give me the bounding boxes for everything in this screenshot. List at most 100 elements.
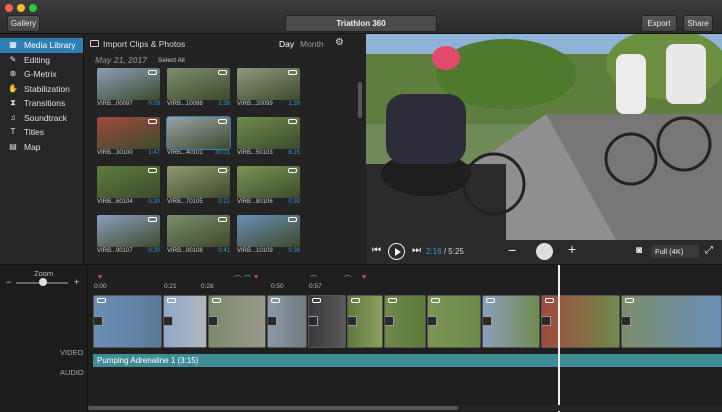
audio-clip[interactable]: Pumping Adrenaline 1 (3:15) bbox=[93, 354, 722, 367]
transition-icon[interactable] bbox=[94, 316, 103, 326]
clip-thumbnail[interactable]: VIRB...50103 6:15 bbox=[237, 117, 300, 156]
timeline-ruler[interactable]: ♥ ⌒ ⌒ ♥ ⌒ ⌒ ♥ 0:00 0:21 0:28 0:50 0:57 bbox=[88, 265, 722, 295]
skip-back-icon[interactable]: ⏮ bbox=[372, 245, 381, 256]
vr-360-icon bbox=[148, 217, 157, 222]
marker-icon[interactable]: ⌒ bbox=[344, 274, 351, 284]
timeline-clip[interactable] bbox=[347, 295, 383, 348]
viewpoint-icon[interactable] bbox=[536, 243, 553, 260]
clip-meta: VIRB...00097 0:09 bbox=[97, 101, 160, 107]
sidebar-item-editing[interactable]: ✎ Editing bbox=[0, 53, 83, 68]
sidebar-item-soundtrack[interactable]: ♫ Soundtrack bbox=[0, 111, 83, 126]
clip-thumbnail[interactable]: VIRB...30100 1:47 bbox=[97, 117, 160, 156]
clip-thumbnail[interactable]: VIRB...20099 1:28 bbox=[237, 68, 300, 107]
heart-marker-icon[interactable]: ♥ bbox=[254, 274, 258, 281]
clip-name: VIRB...00097 bbox=[97, 101, 133, 107]
transition-icon[interactable] bbox=[385, 316, 394, 326]
sidebar-item-label: G-Metrix bbox=[24, 69, 57, 80]
timeline-clip[interactable] bbox=[541, 295, 620, 348]
vr-360-icon bbox=[288, 217, 297, 222]
timeline-clip[interactable] bbox=[384, 295, 426, 348]
clip-thumbnail[interactable]: VIRB...60104 0:30 bbox=[97, 166, 160, 205]
transition-icon[interactable] bbox=[209, 316, 218, 326]
player-controls: ⏮ ⏭ 2:16 / 5:25 − + ◙ Full (4K) ⤢ bbox=[366, 240, 722, 264]
transition-icon[interactable] bbox=[309, 316, 318, 326]
gallery-button[interactable]: Gallery bbox=[7, 15, 40, 32]
playhead[interactable] bbox=[558, 265, 560, 412]
sidebar-item-label: Titles bbox=[24, 127, 44, 138]
film-icon: ▦ bbox=[9, 40, 17, 50]
heart-marker-icon[interactable]: ♥ bbox=[362, 274, 366, 281]
clip-thumbnail[interactable]: VIRB...00108 0:41 bbox=[167, 215, 230, 254]
timeline-clip[interactable] bbox=[482, 295, 540, 348]
transition-icon[interactable] bbox=[268, 316, 277, 326]
close-window-button[interactable] bbox=[5, 4, 13, 12]
timeline-clip[interactable] bbox=[621, 295, 722, 348]
sidebar-item-stabilization[interactable]: ✋ Stabilization bbox=[0, 82, 83, 97]
timeline-clip[interactable] bbox=[208, 295, 266, 348]
project-title-field[interactable]: Triathlon 360 bbox=[285, 15, 437, 32]
share-button[interactable]: Share bbox=[683, 15, 713, 32]
clip-thumbnail[interactable]: VIRB...00097 0:09 bbox=[97, 68, 160, 107]
clip-name: VIRB...10109 bbox=[237, 248, 273, 254]
total-time: 5:25 bbox=[448, 247, 464, 256]
zoom-plus-icon[interactable]: + bbox=[74, 277, 79, 287]
timeline-clip[interactable] bbox=[308, 295, 346, 348]
sidebar-item-titles[interactable]: T Titles bbox=[0, 125, 83, 140]
quality-select[interactable]: Full (4K) bbox=[651, 245, 699, 258]
vr-360-icon bbox=[212, 298, 221, 303]
timeline-scrollbar[interactable] bbox=[88, 405, 722, 411]
clip-thumbnail[interactable]: VIRB...40101 30:01 bbox=[167, 117, 230, 156]
vr-360-icon bbox=[312, 298, 321, 303]
clip-thumbnail[interactable]: VIRB...10109 0:36 bbox=[237, 215, 300, 254]
clip-thumbnail[interactable]: VIRB...10098 1:26 bbox=[167, 68, 230, 107]
timeline-scroll-thumb[interactable] bbox=[88, 406, 458, 410]
transition-icon[interactable] bbox=[622, 316, 631, 326]
timeline-clip[interactable] bbox=[267, 295, 307, 348]
clip-meta: VIRB...20099 1:28 bbox=[237, 101, 300, 107]
timeline-clip[interactable] bbox=[427, 295, 481, 348]
play-button[interactable] bbox=[388, 243, 405, 260]
clip-meta: VIRB...80106 0:30 bbox=[237, 199, 300, 205]
sidebar-item-map[interactable]: ▤ Map bbox=[0, 140, 83, 155]
sidebar-item-transitions[interactable]: ⧗ Transitions bbox=[0, 96, 83, 111]
transition-icon[interactable] bbox=[164, 316, 173, 326]
timeline-clip[interactable] bbox=[163, 295, 207, 348]
zoom-label: Zoom bbox=[34, 269, 54, 278]
select-all-button[interactable]: Select All bbox=[158, 57, 185, 64]
minimize-window-button[interactable] bbox=[17, 4, 25, 12]
marker-icon[interactable]: ⌒ bbox=[234, 274, 241, 284]
transition-icon[interactable] bbox=[348, 316, 357, 326]
fullscreen-icon[interactable]: ⤢ bbox=[705, 245, 713, 256]
media-scrollbar[interactable] bbox=[358, 82, 362, 118]
sidebar-item-g-metrix[interactable]: ⊗ G-Metrix bbox=[0, 67, 83, 82]
preview-scene bbox=[366, 34, 722, 240]
skip-forward-icon[interactable]: ⏭ bbox=[412, 245, 421, 256]
export-button[interactable]: Export bbox=[641, 15, 677, 32]
zoom-minus-icon[interactable]: − bbox=[6, 277, 11, 287]
gear-icon[interactable]: ⚙ bbox=[335, 37, 344, 48]
transition-icon[interactable] bbox=[542, 316, 551, 326]
zoom-out-icon[interactable]: − bbox=[508, 242, 516, 258]
sidebar: ▦ Media Library ✎ Editing ⊗ G-Metrix ✋ S… bbox=[0, 34, 84, 264]
clip-thumbnail[interactable]: VIRB...90107 0:30 bbox=[97, 215, 160, 254]
zoom-slider-knob[interactable] bbox=[39, 278, 48, 286]
zoom-in-icon[interactable]: + bbox=[568, 241, 576, 257]
transition-icon[interactable] bbox=[428, 316, 437, 326]
transition-icon[interactable] bbox=[483, 316, 492, 326]
video-preview[interactable] bbox=[366, 34, 722, 240]
view-month-toggle[interactable]: Month bbox=[300, 39, 324, 49]
import-clips-button[interactable]: Import Clips & Photos bbox=[90, 39, 185, 49]
vr-360-icon bbox=[97, 298, 106, 303]
clip-name: VIRB...30100 bbox=[97, 150, 133, 156]
clip-preview-image bbox=[97, 166, 160, 198]
camera-icon[interactable]: ◙ bbox=[636, 245, 642, 256]
clip-thumbnail[interactable]: VIRB...70105 0:21 bbox=[167, 166, 230, 205]
maximize-window-button[interactable] bbox=[29, 4, 37, 12]
heart-marker-icon[interactable]: ♥ bbox=[98, 274, 102, 281]
marker-icon[interactable]: ⌒ bbox=[244, 274, 251, 284]
clip-thumbnail[interactable]: VIRB...80106 0:30 bbox=[237, 166, 300, 205]
view-day-toggle[interactable]: Day bbox=[279, 39, 294, 49]
sidebar-item-media-library[interactable]: ▦ Media Library bbox=[0, 38, 83, 53]
vr-360-icon bbox=[545, 298, 554, 303]
timeline-clip[interactable] bbox=[93, 295, 162, 348]
